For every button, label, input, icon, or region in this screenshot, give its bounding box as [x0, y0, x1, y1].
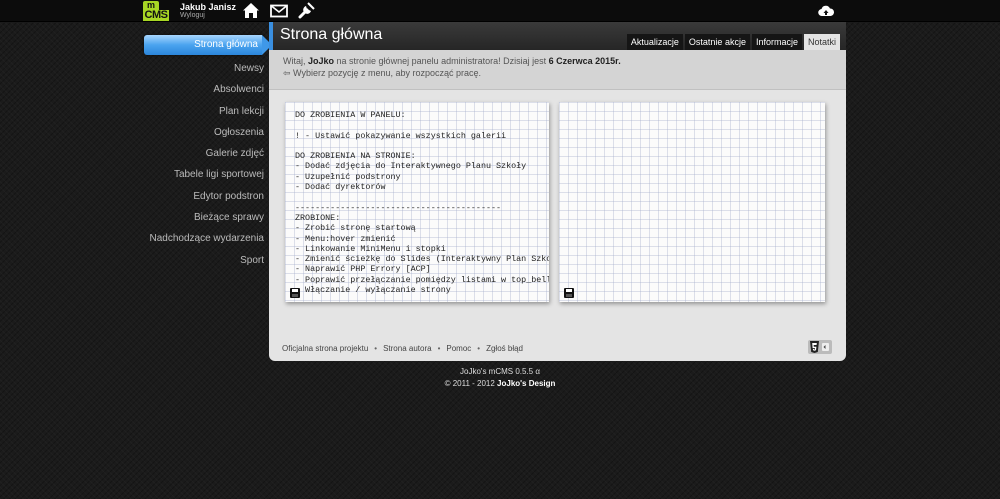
sidebar-item-edytor-podstron[interactable]: Edytor podstron: [140, 186, 264, 207]
sidebar-item-biezace-sprawy[interactable]: Bieżące sprawy: [140, 207, 264, 228]
panel-tabs: Aktualizacje Ostatnie akcje Informacje N…: [626, 34, 840, 50]
footer-link-pomoc[interactable]: Pomoc: [446, 344, 471, 353]
page-title: Strona główna: [280, 26, 383, 43]
note-text-2[interactable]: [569, 110, 825, 296]
sidebar-item-galerie-zdjec[interactable]: Galerie zdjęć: [140, 143, 264, 164]
copyright-brand[interactable]: JoJko's Design: [497, 379, 555, 388]
copyright: JoJko's mCMS 0.5.5 α © 2011 - 2012 JoJko…: [0, 366, 1000, 390]
welcome-line: Witaj, JoJko na stronie głównej panelu a…: [283, 55, 832, 67]
logout-link[interactable]: Wyloguj: [180, 12, 236, 19]
welcome-date: 6 Czerwca 2015r.: [548, 56, 621, 66]
welcome-user: JoJko: [308, 56, 335, 66]
sidebar-item-tabele-ligi[interactable]: Tabele ligi sportowej: [140, 164, 264, 185]
home-icon[interactable]: [242, 2, 260, 19]
copyright-line: © 2011 - 2012 JoJko's Design: [0, 378, 1000, 390]
tab-ostatnie-akcje[interactable]: Ostatnie akcje: [684, 34, 750, 50]
cloud-upload-icon[interactable]: [818, 5, 834, 17]
sidebar-item-nadchodzace-wydarzenia[interactable]: Nadchodzące wydarzenia: [140, 228, 264, 249]
footer-separator: •: [374, 344, 378, 353]
main-panel: Strona główna Aktualizacje Ostatnie akcj…: [269, 22, 846, 361]
logo-bottom: CMS: [143, 9, 169, 21]
footer-links: Oficjalna strona projektu • Strona autor…: [282, 344, 523, 353]
footer-separator: •: [437, 344, 441, 353]
user-name: Jakub Janisz: [180, 2, 237, 12]
mcms-logo[interactable]: m CMS: [143, 1, 169, 21]
sidebar-item-absolwenci[interactable]: Absolwenci: [140, 79, 264, 100]
sidebar-item-sport[interactable]: Sport: [140, 250, 264, 271]
sidebar-item-ogloszenia[interactable]: Ogłoszenia: [140, 122, 264, 143]
footer-link-projekt[interactable]: Oficjalna strona projektu: [282, 344, 368, 353]
copyright-version: JoJko's mCMS 0.5.5 α: [460, 367, 540, 376]
save-icon[interactable]: [290, 288, 300, 298]
note-text-1[interactable]: DO ZROBIENIA W PANELU: ! - Ustawić pokaz…: [295, 110, 549, 296]
footer-separator: •: [477, 344, 481, 353]
tools-icon[interactable]: [297, 2, 315, 19]
welcome-pre: Witaj,: [283, 56, 309, 66]
sidebar-menu: Newsy Absolwenci Plan lekcji Ogłoszenia …: [140, 58, 264, 271]
html5-badge-icon: [808, 340, 832, 354]
welcome-hint: ⇦ Wybierz pozycję z menu, aby rozpocząć …: [283, 68, 482, 78]
tab-informacje[interactable]: Informacje: [751, 34, 802, 50]
top-bar: m CMS Jakub Janisz Wyloguj: [0, 0, 1000, 22]
footer-link-autor[interactable]: Strona autora: [383, 344, 431, 353]
tab-aktualizacje[interactable]: Aktualizacje: [626, 34, 683, 50]
sidebar-item-strona-glowna[interactable]: Strona główna: [144, 35, 272, 55]
sidebar-item-plan-lekcji[interactable]: Plan lekcji: [140, 101, 264, 122]
tab-notatki[interactable]: Notatki: [803, 34, 840, 50]
panel-header: Strona główna Aktualizacje Ostatnie akcj…: [269, 22, 846, 50]
welcome-mid: na stronie głównej panelu administratora…: [334, 56, 549, 66]
user-info: Jakub Janisz Wyloguj: [180, 2, 236, 19]
sidebar-item-newsy[interactable]: Newsy: [140, 58, 264, 79]
save-icon[interactable]: [564, 288, 574, 298]
footer-link-zglos-blad[interactable]: Zgłoś błąd: [486, 344, 523, 353]
welcome-message: Witaj, JoJko na stronie głównej panelu a…: [269, 50, 846, 90]
note-card-1[interactable]: DO ZROBIENIA W PANELU: ! - Ustawić pokaz…: [285, 102, 549, 302]
note-card-2[interactable]: [559, 102, 825, 302]
copyright-years: © 2011 - 2012: [444, 379, 498, 388]
mail-icon[interactable]: [270, 2, 288, 19]
